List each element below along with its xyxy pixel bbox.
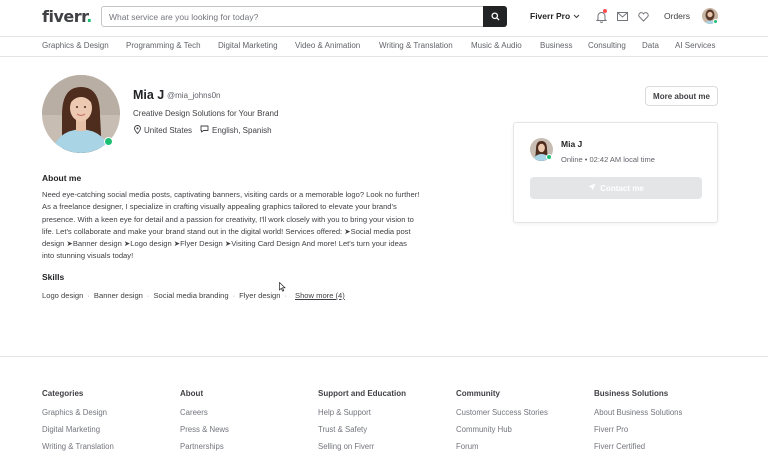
footer-column-title: Support and Education bbox=[318, 389, 406, 398]
fiverr-logo[interactable]: fiverr. bbox=[42, 7, 92, 26]
online-indicator bbox=[104, 137, 113, 146]
footer: Categories Graphics & Design Digital Mar… bbox=[0, 356, 768, 462]
footer-column-support: Support and Education Help & Support Tru… bbox=[318, 389, 406, 460]
top-header: fiverr. Fiverr Pro Orders bbox=[0, 0, 768, 36]
languages-label: English, Spanish bbox=[212, 125, 272, 135]
contact-me-label: Contact me bbox=[600, 183, 644, 193]
footer-column-title: Categories bbox=[42, 389, 84, 398]
card-name: Mia J bbox=[561, 139, 583, 149]
footer-link[interactable]: Press & News bbox=[180, 425, 229, 434]
footer-link[interactable]: Fiverr Certified bbox=[594, 442, 682, 451]
mail-icon[interactable] bbox=[616, 10, 629, 23]
about-text: Need eye-catching social media posts, ca… bbox=[42, 190, 420, 261]
search-button[interactable] bbox=[483, 6, 507, 27]
footer-column-title: About bbox=[180, 389, 204, 398]
contact-card: Mia J Online • 02:42 AM local time Conta… bbox=[513, 122, 718, 223]
notification-dot bbox=[603, 9, 607, 13]
category-graphics-design[interactable]: Graphics & Design bbox=[42, 41, 109, 50]
footer-column-title: Community bbox=[456, 389, 500, 398]
footer-link[interactable]: Community Hub bbox=[456, 425, 548, 434]
fiverr-pro-label: Fiverr Pro bbox=[530, 11, 571, 21]
mouse-cursor-icon bbox=[279, 279, 286, 297]
category-video-animation[interactable]: Video & Animation bbox=[295, 41, 360, 50]
location-pin-icon bbox=[134, 125, 141, 136]
more-about-me-button[interactable]: More about me bbox=[645, 86, 718, 106]
category-business[interactable]: Business bbox=[540, 41, 572, 50]
profile-country: United States bbox=[134, 125, 192, 136]
online-indicator bbox=[546, 154, 552, 160]
skills-heading: Skills bbox=[42, 272, 65, 282]
footer-link[interactable]: Forum bbox=[456, 442, 548, 451]
profile-tagline: Creative Design Solutions for Your Brand bbox=[133, 109, 279, 118]
footer-link[interactable]: Writing & Translation bbox=[42, 442, 114, 451]
country-label: United States bbox=[144, 126, 193, 135]
footer-column-title: Business Solutions bbox=[594, 389, 669, 398]
skill-tag[interactable]: Social media branding bbox=[153, 291, 228, 300]
footer-column-categories: Categories Graphics & Design Digital Mar… bbox=[42, 389, 114, 460]
footer-column-about: About Careers Press & News Partnerships bbox=[180, 389, 229, 460]
about-heading: About me bbox=[42, 173, 82, 183]
send-icon bbox=[588, 183, 596, 193]
category-consulting[interactable]: Consulting bbox=[588, 41, 626, 50]
category-ai-services[interactable]: AI Services bbox=[675, 41, 715, 50]
category-music-audio[interactable]: Music & Audio bbox=[471, 41, 522, 50]
category-writing-translation[interactable]: Writing & Translation bbox=[379, 41, 453, 50]
profile-name: Mia J bbox=[133, 88, 165, 102]
skill-tag[interactable]: Flyer design bbox=[239, 291, 280, 300]
chat-bubble-icon bbox=[200, 125, 209, 135]
skill-tag[interactable]: Logo design bbox=[42, 291, 83, 300]
footer-link[interactable]: Careers bbox=[180, 408, 229, 417]
footer-link[interactable]: Help & Support bbox=[318, 408, 406, 417]
contact-me-button[interactable]: Contact me bbox=[530, 177, 702, 199]
show-more-skills-link[interactable]: Show more (4) bbox=[295, 291, 345, 300]
chevron-down-icon bbox=[573, 11, 580, 21]
fiverr-pro-menu[interactable]: Fiverr Pro bbox=[530, 11, 580, 21]
skills-list: Logo design · Banner design · Social media b… bbox=[42, 291, 345, 300]
footer-column-community: Community Customer Success Stories Commu… bbox=[456, 389, 548, 460]
footer-link[interactable]: Digital Marketing bbox=[42, 425, 114, 434]
profile-handle: @mia_johns0n bbox=[167, 91, 221, 100]
orders-link[interactable]: Orders bbox=[664, 11, 690, 21]
online-indicator bbox=[713, 19, 718, 24]
search-icon bbox=[490, 8, 500, 26]
footer-link[interactable]: Trust & Safety bbox=[318, 425, 406, 434]
search-input[interactable] bbox=[109, 10, 479, 23]
footer-link[interactable]: Partnerships bbox=[180, 442, 229, 451]
category-data[interactable]: Data bbox=[642, 41, 659, 50]
profile-languages: English, Spanish bbox=[200, 125, 272, 135]
footer-column-business: Business Solutions About Business Soluti… bbox=[594, 389, 682, 460]
category-programming-tech[interactable]: Programming & Tech bbox=[126, 41, 201, 50]
card-status: Online • 02:42 AM local time bbox=[561, 155, 655, 164]
skill-tag[interactable]: Banner design bbox=[94, 291, 143, 300]
footer-link[interactable]: Fiverr Pro bbox=[594, 425, 682, 434]
category-nav: Graphics & Design Programming & Tech Dig… bbox=[0, 36, 768, 57]
search-box bbox=[101, 6, 507, 27]
heart-icon[interactable] bbox=[637, 10, 650, 23]
footer-link[interactable]: Customer Success Stories bbox=[456, 408, 548, 417]
category-digital-marketing[interactable]: Digital Marketing bbox=[218, 41, 278, 50]
footer-link[interactable]: Selling on Fiverr bbox=[318, 442, 406, 451]
footer-link[interactable]: Graphics & Design bbox=[42, 408, 114, 417]
footer-link[interactable]: About Business Solutions bbox=[594, 408, 682, 417]
